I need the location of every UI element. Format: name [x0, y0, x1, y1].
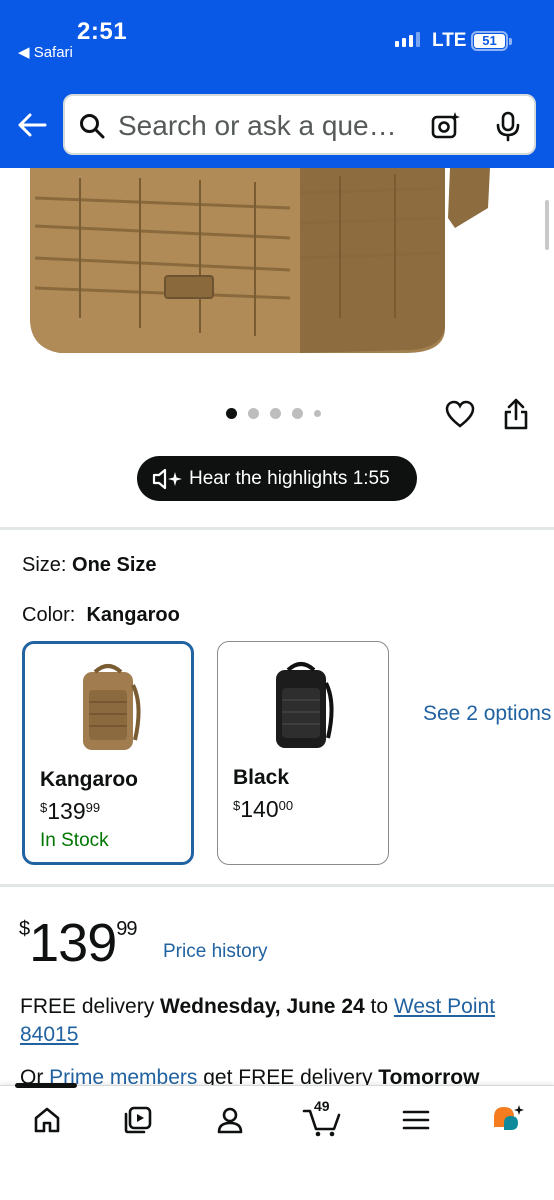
rufus-assistant-tab[interactable]: [486, 1100, 530, 1140]
heart-icon[interactable]: [444, 399, 476, 429]
active-tab-indicator: [15, 1083, 77, 1088]
search-input[interactable]: Search or ask a que…: [118, 110, 397, 142]
color-selector: Color: Kangaroo: [22, 604, 180, 627]
size-label: Size:: [22, 554, 67, 576]
price: $13999: [19, 913, 137, 973]
price-history-link[interactable]: Price history: [163, 941, 268, 963]
account-tab[interactable]: [208, 1100, 252, 1140]
pager-dot[interactable]: [292, 408, 303, 419]
swatch-kangaroo[interactable]: Kangaroo $13999 In Stock: [22, 641, 194, 865]
hear-highlights-button[interactable]: Hear the highlights 1:55: [137, 456, 417, 501]
network-type: LTE: [432, 30, 467, 51]
share-icon[interactable]: [502, 397, 530, 431]
delivery-info: FREE delivery Wednesday, June 24 to West…: [20, 995, 496, 1046]
swatch-price: $14000: [233, 796, 294, 822]
product-image[interactable]: [0, 168, 554, 380]
battery-level: 51: [474, 34, 505, 48]
swatch-price: $13999: [40, 798, 101, 824]
backpack-thumbnail: [276, 662, 334, 748]
backpack-image: [30, 168, 490, 353]
menu-tab[interactable]: [394, 1100, 438, 1140]
bottom-navigation: 49: [0, 1083, 554, 1200]
search-bar[interactable]: Search or ask a que…: [63, 94, 536, 155]
video-tab[interactable]: [116, 1100, 160, 1140]
color-value: Kangaroo: [86, 604, 180, 626]
swatch-black[interactable]: Black $14000: [217, 641, 389, 865]
stock-status: In Stock: [40, 830, 109, 851]
scrollbar[interactable]: [545, 200, 549, 250]
account-icon: [217, 1107, 243, 1134]
microphone-icon[interactable]: [495, 110, 521, 142]
size-selector: Size: One Size: [22, 554, 157, 577]
size-value: One Size: [72, 554, 157, 576]
pager-dot[interactable]: [270, 408, 281, 419]
hear-highlights-label: Hear the highlights 1:55: [189, 467, 390, 489]
signal-icon: [395, 32, 420, 47]
battery-icon: 51: [471, 31, 512, 51]
color-label: Color:: [22, 604, 76, 626]
image-pager[interactable]: [226, 408, 321, 419]
divider: [0, 527, 554, 530]
search-icon: [80, 114, 105, 139]
swatch-name: Black: [233, 766, 290, 789]
divider: [0, 884, 554, 887]
see-options-link[interactable]: See 2 options with no featured offers: [423, 700, 554, 728]
menu-icon: [402, 1110, 430, 1130]
pager-dot[interactable]: [314, 410, 321, 417]
back-to-safari-link[interactable]: ◀ Safari: [18, 43, 73, 61]
cart-count: 49: [314, 1098, 330, 1114]
backpack-thumbnail: [83, 664, 141, 750]
pager-dot[interactable]: [248, 408, 259, 419]
video-icon: [124, 1106, 152, 1134]
swatch-name: Kangaroo: [40, 768, 139, 791]
home-tab[interactable]: [25, 1100, 69, 1140]
home-icon: [34, 1107, 60, 1133]
status-time: 2:51: [77, 18, 128, 45]
speaker-sparkle-icon: [152, 468, 182, 489]
rufus-icon: [494, 1105, 524, 1130]
cart-tab[interactable]: 49: [300, 1098, 344, 1140]
pager-dot[interactable]: [226, 408, 237, 419]
camera-search-icon[interactable]: [430, 110, 462, 142]
back-arrow-icon[interactable]: [15, 108, 49, 142]
header: 2:51 ◀ Safari LTE 51 Search or ask a que…: [0, 0, 554, 168]
